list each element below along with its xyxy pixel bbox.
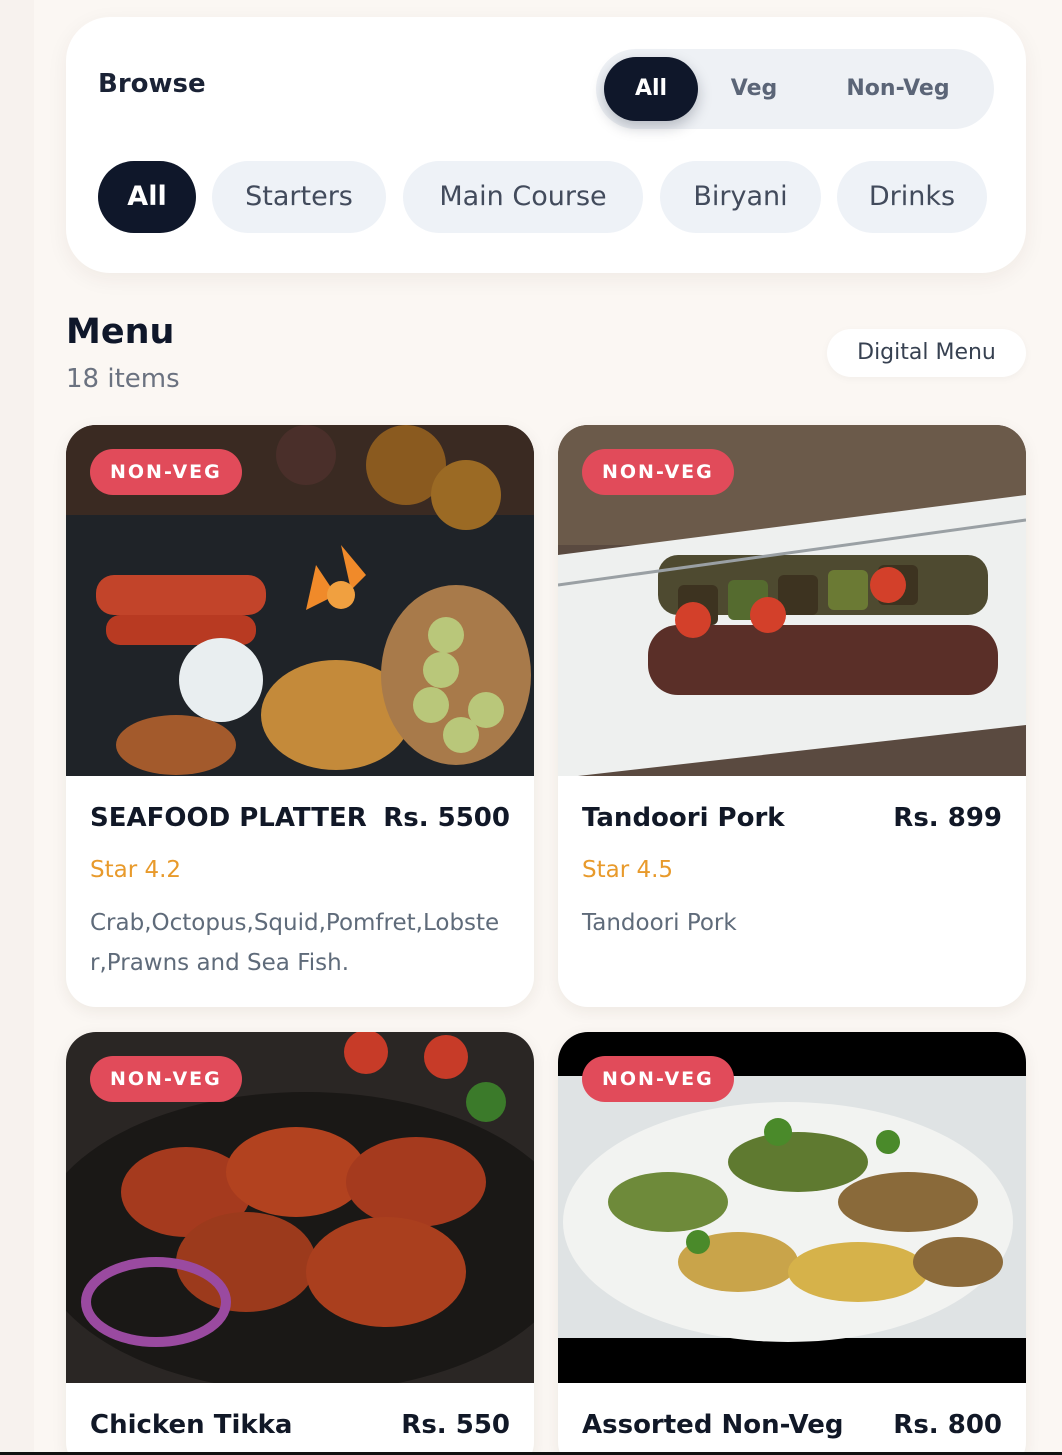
item-name: SEAFOOD PLATTER <box>90 803 367 833</box>
item-price: Rs. 550 <box>401 1410 510 1440</box>
item-price: Rs. 899 <box>893 803 1002 833</box>
diet-filter-veg[interactable]: Veg <box>708 57 800 121</box>
assorted-non-veg-image: NON-VEG <box>558 1032 1026 1383</box>
item-rating: Star 4.5 <box>582 857 674 883</box>
item-name: Tandoori Pork <box>582 803 785 833</box>
category-chip-drinks[interactable]: Drinks <box>837 161 987 233</box>
digital-menu-button[interactable]: Digital Menu <box>827 329 1026 377</box>
menu-item-count: 18 items <box>66 364 180 394</box>
item-name: Assorted Non-Veg <box>582 1410 844 1440</box>
non-veg-badge: NON-VEG <box>90 449 242 495</box>
item-name: Chicken Tikka <box>90 1410 293 1440</box>
item-price: Rs. 800 <box>893 1410 1002 1440</box>
browse-panel: Browse All Veg Non-Veg All Starters Main… <box>66 17 1026 273</box>
non-veg-badge: NON-VEG <box>582 449 734 495</box>
item-description: Tandoori Pork <box>582 910 737 936</box>
diet-filter-toggle: All Veg Non-Veg <box>596 49 994 129</box>
menu-title: Menu <box>66 312 175 352</box>
page: Browse All Veg Non-Veg All Starters Main… <box>0 0 1062 1455</box>
tandoori-pork-image: NON-VEG <box>558 425 1026 776</box>
category-chip-all[interactable]: All <box>98 161 196 233</box>
diet-filter-all[interactable]: All <box>604 57 698 121</box>
non-veg-badge: NON-VEG <box>582 1056 734 1102</box>
item-rating: Star 4.2 <box>90 857 182 883</box>
menu-card-tandoori-pork[interactable]: NON-VEG Tandoori Pork Rs. 899 Star 4.5 T… <box>558 425 1026 1007</box>
seafood-platter-image: NON-VEG <box>66 425 534 776</box>
item-price: Rs. 5500 <box>383 803 510 833</box>
chicken-tikka-image: NON-VEG <box>66 1032 534 1383</box>
browse-title: Browse <box>98 69 206 99</box>
menu-card-chicken-tikka[interactable]: NON-VEG Chicken Tikka Rs. 550 <box>66 1032 534 1455</box>
left-edge-strip <box>0 0 34 1455</box>
category-chip-main-course[interactable]: Main Course <box>403 161 643 233</box>
menu-card-seafood-platter[interactable]: NON-VEG SEAFOOD PLATTER Rs. 5500 Star 4.… <box>66 425 534 1007</box>
diet-filter-non-veg[interactable]: Non-Veg <box>818 57 978 121</box>
item-description: Crab,Octopus,Squid,Pomfret,Lobster,Prawn… <box>90 910 500 976</box>
menu-card-assorted-non-veg[interactable]: NON-VEG Assorted Non-Veg Rs. 800 <box>558 1032 1026 1455</box>
non-veg-badge: NON-VEG <box>90 1056 242 1102</box>
category-chip-starters[interactable]: Starters <box>212 161 386 233</box>
category-chip-biryani[interactable]: Biryani <box>660 161 821 233</box>
